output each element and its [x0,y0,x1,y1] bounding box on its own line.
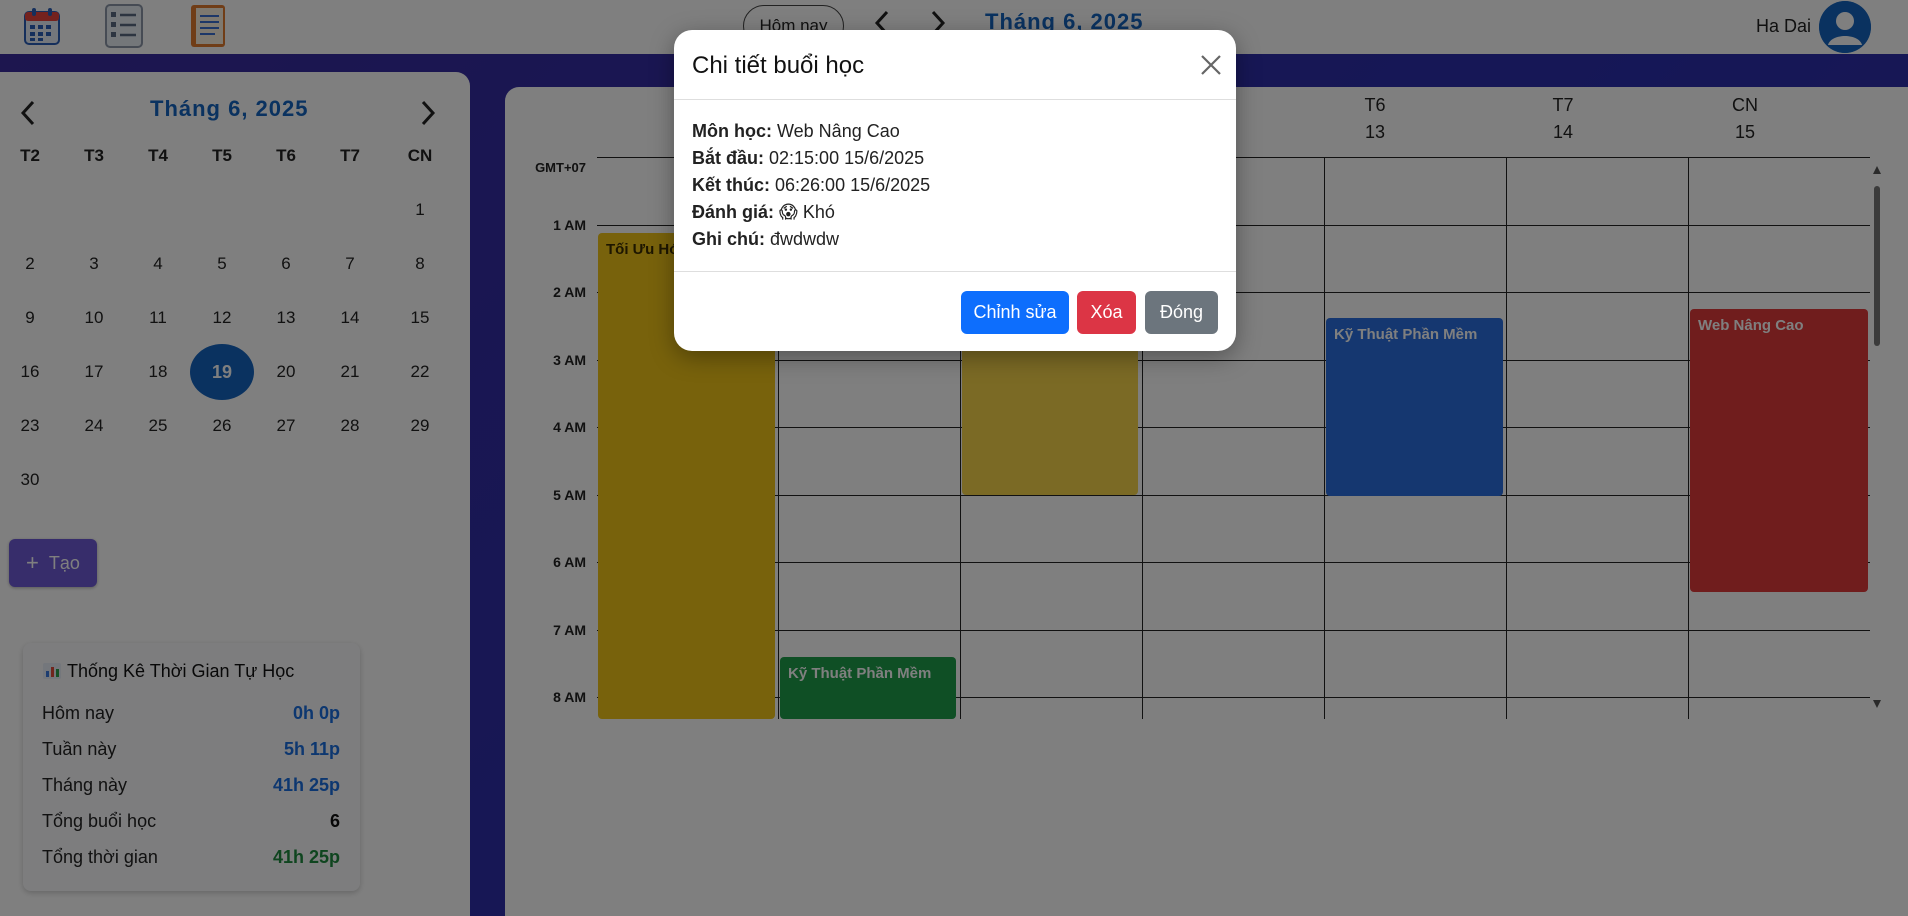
session-detail-modal: Chi tiết buổi học Môn học: Web Nâng Cao … [674,30,1236,351]
close-button[interactable]: Đóng [1145,291,1218,334]
detail-subject: Môn học: Web Nâng Cao [692,121,900,141]
edit-button[interactable]: Chỉnh sửa [961,291,1069,334]
detail-start: Bắt đầu: 02:15:00 15/6/2025 [692,148,925,168]
detail-rating: Đánh giá: 😱 Khó [692,202,835,222]
detail-note: Ghi chú: đwdwdw [692,229,840,249]
detail-end: Kết thúc: 06:26:00 15/6/2025 [692,175,931,195]
rating-emoji: 😱 [779,202,798,222]
modal-title: Chi tiết buổi học [692,52,865,79]
close-icon[interactable] [1196,50,1226,80]
delete-button[interactable]: Xóa [1077,291,1136,334]
modal-footer-divider [674,271,1236,272]
modal-divider [674,99,1236,100]
